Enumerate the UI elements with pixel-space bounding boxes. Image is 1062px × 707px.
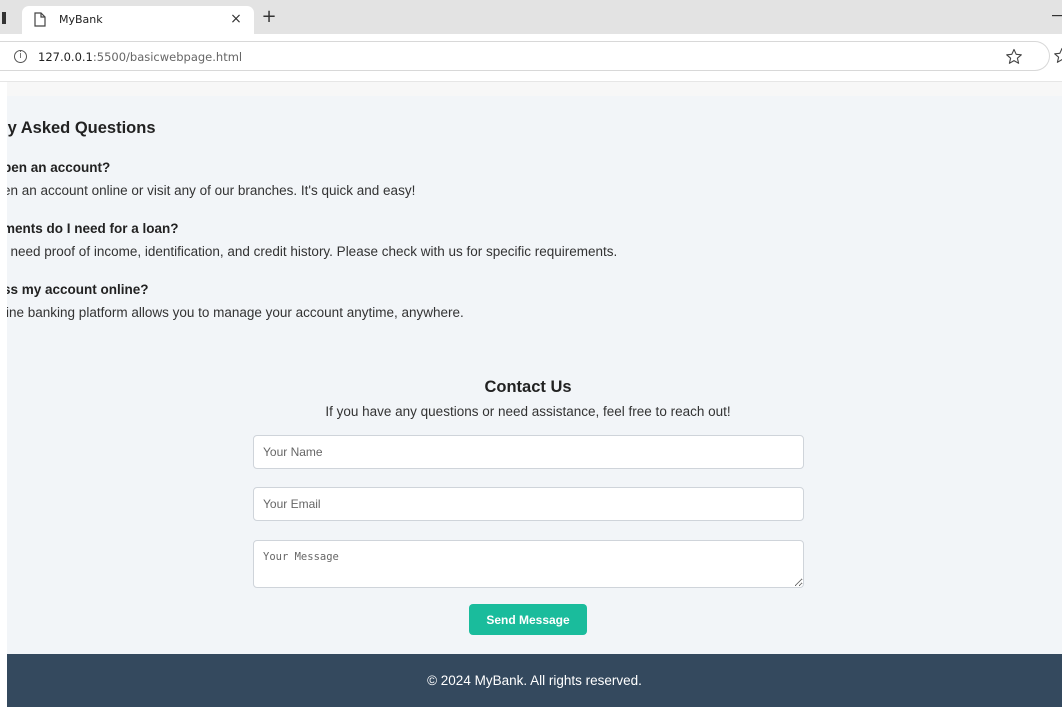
favorites-icon[interactable] (1052, 46, 1062, 66)
faq-answer: / need proof of income, identification, … (7, 244, 618, 259)
minimize-icon[interactable] (1050, 6, 1062, 26)
tab-strip: MyBank × + (0, 0, 1062, 34)
plus-icon[interactable]: + (260, 7, 278, 27)
browser-toolbar: i 127.0.0.1:5500/basicwebpage.html (0, 34, 1062, 82)
address-bar[interactable]: i 127.0.0.1:5500/basicwebpage.html (0, 41, 1050, 71)
email-input[interactable] (253, 487, 804, 521)
url-path: :5500/basicwebpage.html (92, 50, 243, 64)
faq-answer: en an account online or visit any of our… (7, 183, 416, 198)
star-icon[interactable] (1004, 47, 1024, 67)
page-content: ly Asked Questions pen an account? en an… (7, 82, 1062, 707)
footer-copyright: © 2024 MyBank. All rights reserved. (427, 673, 642, 688)
previous-tab-edge[interactable] (0, 10, 12, 26)
contact-heading: Contact Us (484, 378, 572, 396)
url-text[interactable]: 127.0.0.1:5500/basicwebpage.html (38, 50, 242, 64)
send-message-button[interactable]: Send Message (469, 604, 587, 635)
faq-heading: ly Asked Questions (7, 119, 156, 137)
tab-mybank[interactable]: MyBank × (22, 6, 254, 34)
close-icon[interactable]: × (228, 9, 244, 29)
tab-title: MyBank (59, 13, 103, 26)
page-top-strip (7, 82, 1062, 96)
faq-answer: line banking platform allows you to mana… (7, 305, 464, 320)
faq-question: pen an account? (7, 160, 111, 175)
footer: © 2024 MyBank. All rights reserved. (7, 654, 1062, 707)
faq-question: ss my account online? (7, 282, 149, 297)
contact-subtitle: If you have any questions or need assist… (325, 404, 731, 419)
url-host: 127.0.0.1 (38, 50, 93, 64)
info-icon[interactable]: i (14, 50, 27, 63)
browser-window: MyBank × + i 127.0.0.1:5500/basicwebpage… (0, 0, 1062, 707)
name-input[interactable] (253, 435, 804, 469)
faq-question: ments do I need for a loan? (7, 221, 179, 236)
page-icon (34, 12, 46, 27)
message-textarea[interactable] (253, 540, 804, 588)
